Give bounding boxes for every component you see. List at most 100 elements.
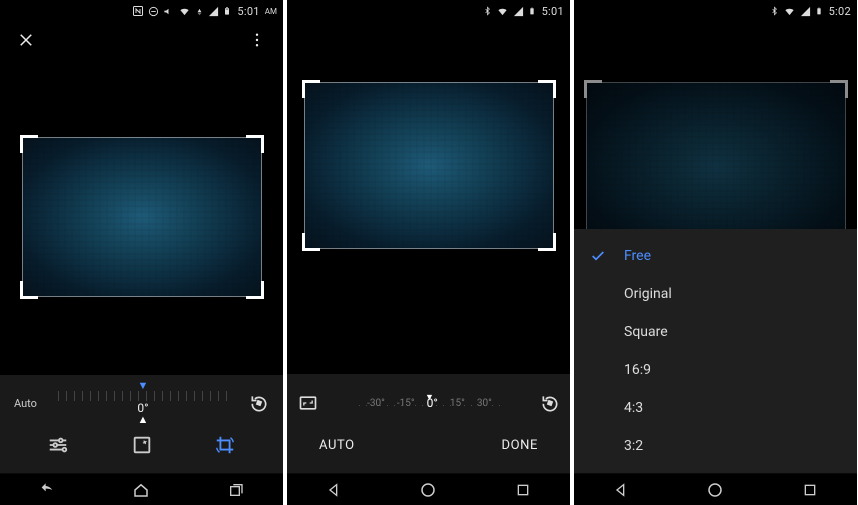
volume-icon — [163, 6, 174, 17]
status-bar: 5:01 AM — [0, 0, 283, 22]
aspect-option-free[interactable]: Free — [574, 237, 857, 275]
aspect-option-4-3[interactable]: 4:3 — [574, 389, 857, 427]
angle-caret-icon: ▼ — [425, 392, 434, 403]
system-nav-bar — [0, 473, 283, 505]
panel-3-aspect-menu: 5:02 Free Original Square 16:9 4:3 3:2 — [574, 0, 857, 505]
nav-home-button[interactable] — [128, 477, 154, 503]
bluetooth-icon — [483, 5, 492, 17]
angle-caret-up-icon: ▲ — [138, 417, 149, 423]
dnd-icon — [148, 6, 159, 17]
crop-handle-top-left[interactable] — [302, 80, 320, 98]
panel-2-rotate-editor: 5:01 ▼ -30° -15° 0° 15° 30° — [287, 0, 570, 505]
crop-frame[interactable] — [304, 82, 554, 249]
crop-handle-bottom-right[interactable] — [246, 281, 264, 299]
rotate-90-button[interactable] — [540, 393, 560, 413]
nav-back-button[interactable] — [608, 477, 634, 503]
home-icon — [132, 481, 150, 499]
status-ampm: AM — [265, 7, 277, 16]
battery-icon — [223, 5, 231, 17]
editor-mode-tabs — [14, 421, 269, 465]
crop-tab[interactable] — [211, 431, 239, 459]
auto-label[interactable]: Auto — [14, 397, 37, 410]
battery-icon — [528, 5, 536, 17]
aspect-option-square[interactable]: Square — [574, 313, 857, 351]
rotate-90-button[interactable] — [249, 393, 269, 413]
close-icon — [17, 31, 35, 49]
aspect-option-label: Original — [624, 286, 672, 302]
status-bar: 5:02 — [574, 0, 857, 22]
crop-handle-top-right[interactable] — [246, 135, 264, 153]
aspect-option-original[interactable]: Original — [574, 275, 857, 313]
angle-slider[interactable]: ▼ -30° -15° 0° 15° 30° — [319, 396, 540, 410]
crop-handle-bottom-left[interactable] — [302, 233, 320, 251]
editor-topbar — [0, 22, 283, 58]
crop-handle-top-right[interactable] — [538, 80, 556, 98]
angle-mark-pos30: 30° — [475, 398, 494, 409]
home-circle-icon — [419, 481, 437, 499]
nav-recent-button[interactable] — [797, 477, 823, 503]
angle-mark-pos15: 15° — [448, 398, 467, 409]
signal-icon — [208, 6, 219, 17]
aspect-ratio-icon — [297, 393, 319, 413]
more-vert-icon — [248, 31, 266, 49]
back-icon — [37, 482, 57, 498]
status-time: 5:01 — [542, 5, 564, 18]
aspect-ratio-button[interactable] — [297, 393, 319, 413]
angle-mark-neg30: -30° — [365, 398, 387, 409]
nav-home-button[interactable] — [702, 477, 728, 503]
angle-ticks — [58, 391, 228, 401]
status-time: 5:02 — [829, 5, 851, 18]
nav-home-button[interactable] — [415, 477, 441, 503]
check-icon — [590, 248, 606, 264]
aspect-option-label: 16:9 — [624, 362, 651, 378]
recent-icon — [227, 482, 245, 498]
nav-recent-button[interactable] — [223, 477, 249, 503]
close-button[interactable] — [12, 26, 40, 54]
aspect-option-label: 4:3 — [624, 400, 643, 416]
crop-handle-bottom-left[interactable] — [20, 281, 38, 299]
crop-handle-top-left[interactable] — [20, 135, 38, 153]
recent-square-icon — [802, 482, 818, 498]
bluetooth-icon — [770, 5, 779, 17]
aspect-option-label: Free — [624, 248, 651, 264]
action-row: AUTO DONE — [297, 426, 560, 467]
done-button[interactable]: DONE — [501, 438, 538, 453]
tune-icon — [47, 434, 69, 456]
status-time: 5:01 — [237, 5, 259, 18]
data-icon — [195, 6, 204, 17]
wifi-icon — [178, 6, 191, 17]
nav-back-button[interactable] — [34, 477, 60, 503]
crop-stage[interactable] — [0, 58, 283, 375]
more-button[interactable] — [243, 26, 271, 54]
auto-button[interactable]: AUTO — [319, 438, 355, 453]
aspect-option-label: 3:2 — [624, 438, 643, 454]
crop-stage[interactable] — [287, 22, 570, 374]
rotate-controls: ▼ -30° -15° 0° 15° 30° AUTO DONE — [287, 374, 570, 473]
crop-frame-dimmed — [586, 82, 846, 252]
nav-recent-button[interactable] — [510, 477, 536, 503]
back-triangle-icon — [326, 482, 342, 498]
angle-slider[interactable]: ▼ 0° ▲ — [37, 383, 249, 423]
crop-handle-bottom-right[interactable] — [538, 233, 556, 251]
filters-icon — [131, 434, 153, 456]
system-nav-bar — [287, 473, 570, 505]
rotate-icon — [540, 393, 560, 413]
recent-square-icon — [515, 482, 531, 498]
nav-back-button[interactable] — [321, 477, 347, 503]
nfc-icon — [132, 5, 144, 17]
filters-tab[interactable] — [128, 431, 156, 459]
aspect-option-3-2[interactable]: 3:2 — [574, 427, 857, 465]
signal-icon — [513, 6, 524, 17]
back-triangle-icon — [613, 482, 629, 498]
status-bar: 5:01 — [287, 0, 570, 22]
rotate-icon — [249, 393, 269, 413]
signal-icon — [800, 6, 811, 17]
home-circle-icon — [706, 481, 724, 499]
panel-1-crop-editor: 5:01 AM Auto ▼ 0° ▲ — [0, 0, 283, 505]
crop-frame[interactable] — [22, 137, 262, 297]
crop-rotate-icon — [214, 434, 236, 456]
tune-tab[interactable] — [44, 431, 72, 459]
aspect-ratio-menu: Free Original Square 16:9 4:3 3:2 — [574, 229, 857, 473]
aspect-option-16-9[interactable]: 16:9 — [574, 351, 857, 389]
wifi-icon — [496, 6, 509, 17]
